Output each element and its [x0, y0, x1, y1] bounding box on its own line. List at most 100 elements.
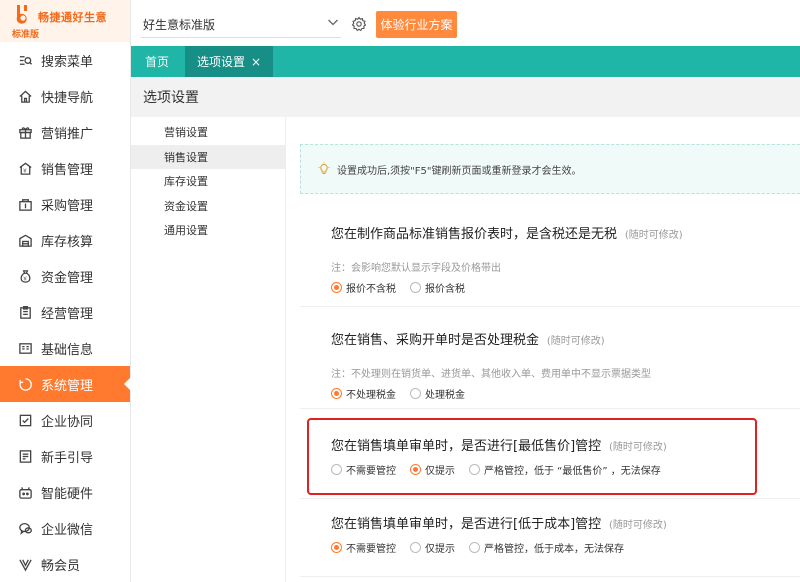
search-menu-icon [17, 52, 33, 68]
radio-option[interactable]: 仅提示 [410, 462, 455, 477]
sidebar-item-sales[interactable]: ¥ 销售管理 [0, 150, 130, 186]
radio-unchecked[interactable] [469, 464, 480, 475]
radio-option[interactable]: 不需要管控 [331, 540, 396, 555]
warehouse-icon [17, 232, 33, 248]
radio-option[interactable]: 仅提示 [410, 540, 455, 555]
brand-logo[interactable]: 畅捷通好生意 标准版 [0, 0, 130, 42]
sidebar-item-label: 企业微信 [41, 522, 94, 538]
sidebar-item-vip[interactable]: 畅会员 [0, 546, 130, 582]
sidebar-item-label: 基础信息 [41, 342, 94, 358]
setting-title: 您在制作商品标准销售报价表时，是含税还是无税 [331, 227, 618, 242]
top-header: 好生意标准版 体验行业方案 [131, 0, 800, 46]
radio-checked[interactable] [331, 542, 342, 553]
radio-option[interactable]: 报价不含税 [331, 280, 396, 295]
close-icon[interactable]: × [251, 55, 261, 69]
sidebar: 畅捷通好生意 标准版 搜索菜单 快捷导航 营销推广 ¥ 销售管理 采购管理 库存… [0, 0, 131, 582]
sidebar-item-search-menu[interactable]: 搜索菜单 [0, 42, 130, 78]
page-title: 选项设置 [131, 77, 800, 117]
radio-unchecked[interactable] [410, 388, 421, 399]
money-bag-icon: ¥ [17, 268, 33, 284]
sidebar-item-label: 销售管理 [41, 162, 94, 178]
guide-icon [17, 448, 33, 464]
radio-option[interactable]: 报价含税 [410, 280, 465, 295]
sidebar-item-system[interactable]: 系统管理 [0, 366, 131, 402]
sidebar-item-inventory[interactable]: 库存核算 [0, 222, 130, 258]
gift-icon [17, 124, 33, 140]
radio-unchecked[interactable] [331, 464, 342, 475]
hardware-icon [17, 484, 33, 500]
setting-tip: (随时可修改) [608, 520, 667, 531]
sidebar-item-label: 企业协同 [41, 414, 94, 430]
setting-title: 您在销售、采购开单时是否处理税金 [331, 333, 540, 348]
sidebar-item-guide[interactable]: 新手引导 [0, 438, 130, 474]
collab-icon [17, 412, 33, 428]
svg-text:¥: ¥ [23, 168, 27, 174]
sidebar-item-label: 畅会员 [41, 558, 81, 574]
radio-option[interactable]: 处理税金 [410, 386, 465, 401]
sidebar-item-collab[interactable]: 企业协同 [0, 402, 130, 438]
setting-section-below-cost: 您在销售填单审单时，是否进行[低于成本]管控 (随时可修改) 不需要管控 仅提示… [300, 513, 800, 577]
radio-option[interactable]: 严格管控，低于成本，无法保存 [469, 540, 624, 555]
sidebar-item-label: 智能硬件 [41, 486, 94, 502]
tab-home[interactable]: 首页 [131, 46, 185, 77]
setting-note: 注：会影响您默认显示字段及价格带出 [331, 263, 501, 274]
sidebar-item-label: 快捷导航 [41, 90, 94, 106]
radio-unchecked[interactable] [469, 542, 480, 553]
subnav-item-inventory[interactable]: 库存设置 [131, 169, 285, 194]
sidebar-menu: 搜索菜单 快捷导航 营销推广 ¥ 销售管理 采购管理 库存核算 ¥ 资金管理 经… [0, 42, 131, 582]
chevron-down-icon [328, 19, 338, 26]
radio-option[interactable]: 不处理税金 [331, 386, 396, 401]
purchase-icon [17, 196, 33, 212]
radio-label: 报价含税 [425, 284, 465, 295]
radio-label: 处理税金 [425, 390, 465, 401]
radio-checked[interactable] [331, 388, 342, 399]
sidebar-item-business[interactable]: 经营管理 [0, 294, 130, 330]
radio-unchecked[interactable] [410, 282, 421, 293]
radio-unchecked[interactable] [410, 542, 421, 553]
radio-option[interactable]: 不需要管控 [331, 462, 396, 477]
setting-tip: (随时可修改) [546, 336, 605, 347]
radio-checked[interactable] [410, 464, 421, 475]
tab-bar: 首页 选项设置 × [131, 46, 800, 77]
radio-label: 仅提示 [425, 466, 455, 477]
settings-subnav: 营销设置 销售设置 库存设置 资金设置 通用设置 [131, 117, 286, 582]
home-icon [17, 88, 33, 104]
subnav-item-sales[interactable]: 销售设置 [131, 144, 285, 169]
setting-section-tax-handling: 您在销售、采购开单时是否处理税金 (随时可修改) 注：不处理则在销货单、进货单、… [300, 329, 800, 409]
version-select-value: 好生意标准版 [143, 18, 216, 32]
gear-icon[interactable] [351, 16, 367, 32]
version-select[interactable]: 好生意标准版 [141, 12, 341, 38]
sidebar-item-wechat[interactable]: 企业微信 [0, 510, 130, 546]
brand-edition: 标准版 [12, 30, 40, 40]
sidebar-item-label: 资金管理 [41, 270, 94, 286]
radio-option[interactable]: 严格管控，低于 “最低售价” ，无法保存 [469, 462, 661, 477]
notice-text: 设置成功后,须按"F5"键刷新页面或重新登录才会生效。 [337, 165, 582, 177]
radio-group: 不需要管控 仅提示 严格管控，低于成本，无法保存 [331, 540, 800, 555]
clipboard-icon [17, 304, 33, 320]
radio-checked[interactable] [331, 282, 342, 293]
subnav-item-marketing[interactable]: 营销设置 [131, 120, 285, 145]
sidebar-item-marketing[interactable]: 营销推广 [0, 114, 130, 150]
sidebar-item-label: 系统管理 [41, 378, 94, 394]
setting-section-min-price: 您在销售填单审单时，是否进行[最低售价]管控 (随时可修改) 不需要管控 仅提示… [300, 435, 800, 499]
sidebar-item-hardware[interactable]: 智能硬件 [0, 474, 130, 510]
sidebar-item-quick-nav[interactable]: 快捷导航 [0, 78, 130, 114]
sidebar-item-label: 采购管理 [41, 198, 94, 214]
sidebar-item-funds[interactable]: ¥ 资金管理 [0, 258, 130, 294]
setting-title: 您在销售填单审单时，是否进行[最低售价]管控 [331, 439, 602, 454]
sales-icon: ¥ [17, 160, 33, 176]
wechat-icon [17, 520, 33, 536]
settings-content: 设置成功后,须按"F5"键刷新页面或重新登录才会生效。 您在制作商品标准销售报价… [286, 117, 800, 582]
setting-tip: (随时可修改) [608, 442, 667, 453]
brand-logo-icon [16, 5, 27, 24]
brand-name: 畅捷通好生意 [38, 11, 107, 24]
sidebar-item-label: 库存核算 [41, 234, 94, 250]
sidebar-item-label: 新手引导 [41, 450, 94, 466]
sidebar-item-purchase[interactable]: 采购管理 [0, 186, 130, 222]
subnav-item-general[interactable]: 通用设置 [131, 218, 285, 243]
experience-industry-button[interactable]: 体验行业方案 [376, 11, 457, 38]
sidebar-item-basic-info[interactable]: 基础信息 [0, 330, 130, 366]
tab-options-settings[interactable]: 选项设置 × [185, 46, 274, 77]
subnav-item-funds[interactable]: 资金设置 [131, 194, 285, 219]
sidebar-item-label: 营销推广 [41, 126, 94, 142]
